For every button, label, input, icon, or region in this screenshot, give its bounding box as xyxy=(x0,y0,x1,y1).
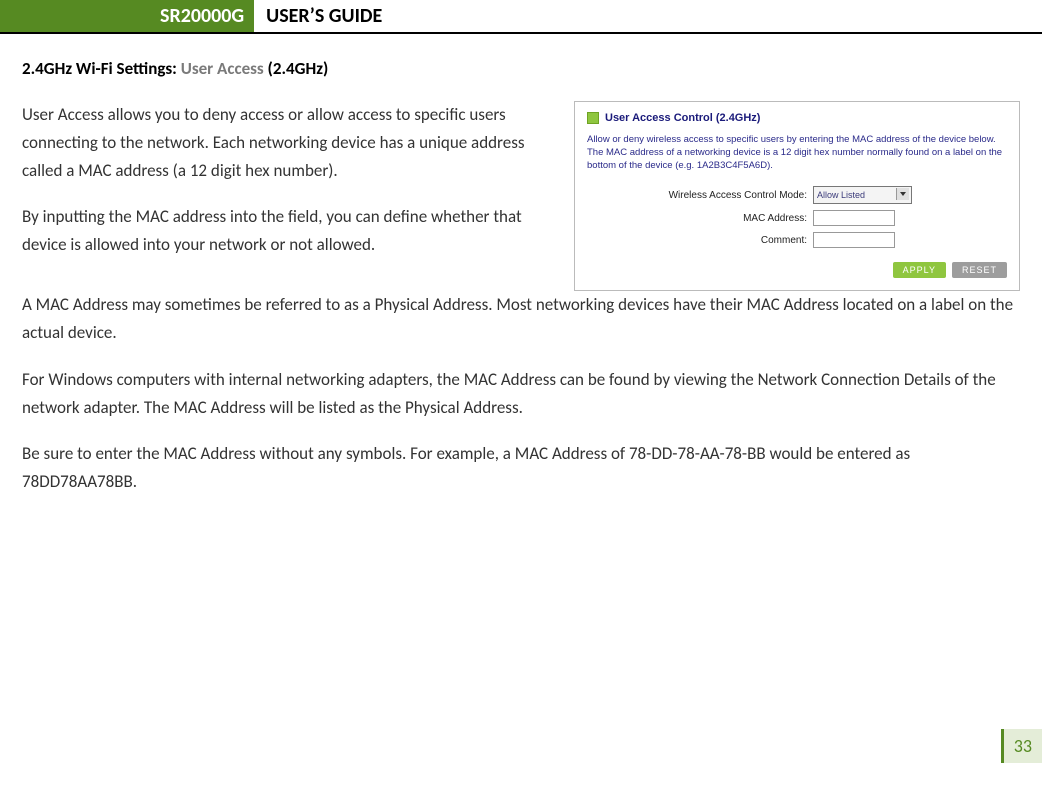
paragraph: Be sure to enter the MAC Address without… xyxy=(22,440,1020,496)
document-title: USER’S GUIDE xyxy=(254,0,394,32)
mode-select-value: Allow Listed xyxy=(817,190,865,200)
panel-title: User Access Control (2.4GHz) xyxy=(605,112,760,124)
paragraph: For Windows computers with internal netw… xyxy=(22,366,1020,422)
section-prefix: 2.4GHz Wi-Fi Settings: xyxy=(22,58,181,79)
panel-form: Wireless Access Control Mode: Allow List… xyxy=(587,186,1007,248)
comment-label: Comment: xyxy=(587,235,807,246)
page-number: 33 xyxy=(1001,729,1042,763)
page-header: SR20000G USER’S GUIDE xyxy=(0,0,1042,34)
section-heading: 2.4GHz Wi-Fi Settings: User Access (2.4G… xyxy=(22,58,1020,79)
form-row-comment: Comment: xyxy=(587,232,1007,248)
comment-input[interactable] xyxy=(813,232,895,248)
panel-buttons: APPLY RESET xyxy=(587,262,1007,278)
body-text-left: User Access allows you to deny access or… xyxy=(22,101,556,277)
chevron-down-icon xyxy=(900,192,906,196)
reset-button[interactable]: RESET xyxy=(952,262,1007,278)
apply-button[interactable]: APPLY xyxy=(893,262,946,278)
paragraph: By inputting the MAC address into the fi… xyxy=(22,203,556,259)
mac-input[interactable] xyxy=(813,210,895,226)
section-grey: User Access xyxy=(181,58,264,79)
form-row-mode: Wireless Access Control Mode: Allow List… xyxy=(587,186,1007,204)
body-text-full: A MAC Address may sometimes be referred … xyxy=(22,291,1020,495)
product-model: SR20000G xyxy=(20,0,254,32)
panel-description: Allow or deny wireless access to specifi… xyxy=(587,134,1007,172)
header-accent xyxy=(0,0,20,32)
mode-select[interactable]: Allow Listed xyxy=(813,186,912,204)
paragraph: A MAC Address may sometimes be referred … xyxy=(22,291,1020,347)
mac-label: MAC Address: xyxy=(587,213,807,224)
section-suffix: (2.4GHz) xyxy=(264,58,329,79)
square-icon xyxy=(587,112,599,124)
paragraph: User Access allows you to deny access or… xyxy=(22,101,556,185)
panel-title-row: User Access Control (2.4GHz) xyxy=(587,112,1007,124)
form-row-mac: MAC Address: xyxy=(587,210,1007,226)
mode-label: Wireless Access Control Mode: xyxy=(587,190,807,201)
user-access-panel: User Access Control (2.4GHz) Allow or de… xyxy=(574,101,1020,291)
